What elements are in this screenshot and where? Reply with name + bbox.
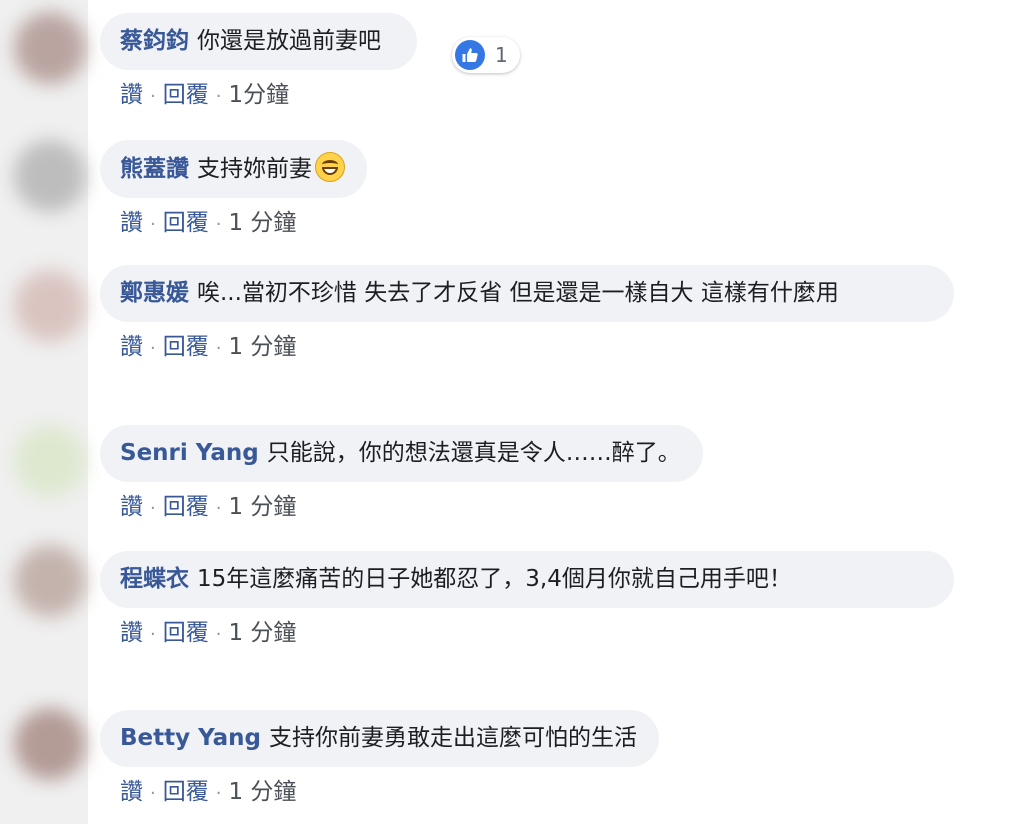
avatar-column [0,0,88,824]
comment-bubble: 程蝶衣 15年這麼痛苦的日子她都忍了，3,4個月你就自己用手吧！ [100,551,954,608]
like-link[interactable]: 讚 [120,779,143,805]
separator-dot: · [215,624,222,645]
comment-actions: 讚 · 回覆 · 1 分鐘 [120,492,703,524]
comment-text: 15年這麼痛苦的日子她都忍了，3,4個月你就自己用手吧！ [197,566,792,592]
separator-dot: · [150,498,156,519]
commenter-name[interactable]: 熊蓋讚 [120,156,189,182]
reaction-badge[interactable]: 1 [452,37,520,73]
avatar[interactable] [14,12,86,84]
avatar[interactable] [14,140,86,212]
comment-text: 支持妳前妻 [197,156,312,182]
comment-text: 你還是放過前妻吧 [197,28,381,54]
separator-dot: · [215,86,222,107]
avatar[interactable] [14,545,86,617]
comment-timestamp[interactable]: 1 分鐘 [228,779,296,805]
comment-text: 唉...當初不珍惜 失去了才反省 但是還是一樣自大 這樣有什麼用 [197,280,839,306]
comment-text: 支持你前妻勇敢走出這麼可怕的生活 [269,725,638,751]
like-link[interactable]: 讚 [120,82,143,108]
separator-dot: · [150,783,156,804]
separator-dot: · [150,86,156,107]
comment-actions: 讚 · 回覆 · 1分鐘 [120,80,417,112]
comment-text: 只能說，你的想法還真是令人……醉了。 [266,440,681,466]
reply-link[interactable]: 回覆 [163,779,209,805]
comment: Senri Yang 只能說，你的想法還真是令人……醉了。 讚 · 回覆 · 1 分鐘 [100,425,703,524]
like-link[interactable]: 讚 [120,334,143,360]
reply-link[interactable]: 回覆 [163,210,209,236]
avatar[interactable] [14,270,86,342]
comment-bubble: Betty Yang 支持你前妻勇敢走出這麼可怕的生活 [100,710,660,767]
reply-link[interactable]: 回覆 [163,620,209,646]
grinning-face-emoji-icon [315,152,345,182]
comment-timestamp[interactable]: 1 分鐘 [228,334,296,360]
comment-bubble: 蔡鈞鈞 你還是放過前妻吧 [100,13,417,70]
like-link[interactable]: 讚 [120,620,143,646]
separator-dot: · [215,498,222,519]
separator-dot: · [150,624,156,645]
comment-bubble: 鄭惠媛 唉...當初不珍惜 失去了才反省 但是還是一樣自大 這樣有什麼用 [100,265,954,322]
comment: Betty Yang 支持你前妻勇敢走出這麼可怕的生活 讚 · 回覆 · 1 分鐘 [100,710,660,809]
like-link[interactable]: 讚 [120,210,143,236]
comment-timestamp[interactable]: 1 分鐘 [228,210,296,236]
separator-dot: · [150,214,156,235]
thumbs-up-icon [455,40,485,70]
reply-link[interactable]: 回覆 [163,494,209,520]
avatar[interactable] [14,425,86,497]
comment-bubble: 熊蓋讚 支持妳前妻 [100,140,367,198]
separator-dot: · [215,783,222,804]
separator-dot: · [215,214,222,235]
reply-link[interactable]: 回覆 [163,82,209,108]
comment: 鄭惠媛 唉...當初不珍惜 失去了才反省 但是還是一樣自大 這樣有什麼用 讚 · 回覆… [100,265,954,364]
comment: 蔡鈞鈞 你還是放過前妻吧 讚 · 回覆 · 1分鐘 [100,13,417,112]
comment-timestamp[interactable]: 1 分鐘 [228,494,296,520]
avatar[interactable] [14,708,86,780]
comment-timestamp[interactable]: 1分鐘 [228,82,289,108]
separator-dot: · [150,338,156,359]
comment-bubble: Senri Yang 只能說，你的想法還真是令人……醉了。 [100,425,703,482]
like-link[interactable]: 讚 [120,494,143,520]
reply-link[interactable]: 回覆 [163,334,209,360]
comment-timestamp[interactable]: 1 分鐘 [228,620,296,646]
comment-actions: 讚 · 回覆 · 1 分鐘 [120,332,954,364]
separator-dot: · [215,338,222,359]
commenter-name[interactable]: 蔡鈞鈞 [120,28,189,54]
comment-actions: 讚 · 回覆 · 1 分鐘 [120,777,659,809]
comment-actions: 讚 · 回覆 · 1 分鐘 [120,618,954,650]
commenter-name[interactable]: 鄭惠媛 [120,280,189,306]
commenter-name[interactable]: 程蝶衣 [120,566,189,592]
commenter-name[interactable]: Senri Yang [120,440,259,466]
comment: 程蝶衣 15年這麼痛苦的日子她都忍了，3,4個月你就自己用手吧！ 讚 · 回覆 · 1 分… [100,551,954,650]
reaction-count: 1 [495,43,508,67]
comment-actions: 讚 · 回覆 · 1 分鐘 [120,208,367,240]
commenter-name[interactable]: Betty Yang [120,725,261,751]
comment: 熊蓋讚 支持妳前妻 讚 · 回覆 · 1 分鐘 [100,140,367,240]
